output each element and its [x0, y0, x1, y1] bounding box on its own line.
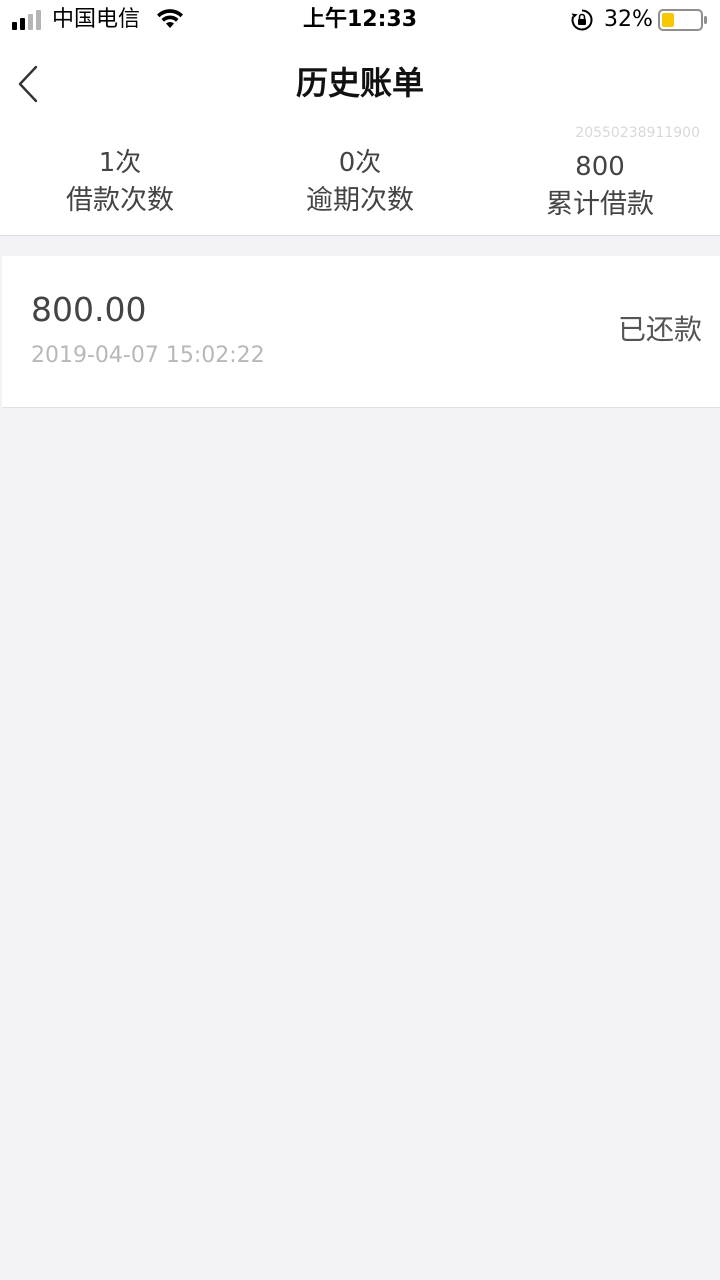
account-id: 20550238911900: [575, 125, 700, 141]
stat-total-borrowed: 800 累计借款: [480, 150, 720, 224]
status-bar: 中国电信 上午12:33 32%: [0, 0, 720, 40]
nav-bar: 历史账单: [0, 40, 720, 126]
page-title: 历史账单: [295, 64, 424, 102]
battery-percent: 32%: [604, 7, 653, 32]
rotation-lock-icon: [571, 9, 593, 31]
stat-label: 累计借款: [546, 189, 654, 220]
stat-loan-count: 1次 借款次数: [0, 146, 240, 220]
stat-label: 逾期次数: [306, 185, 414, 216]
stat-value: 800: [575, 152, 625, 182]
stat-label: 借款次数: [66, 185, 174, 216]
stat-overdue-count: 0次 逾期次数: [240, 146, 480, 220]
battery-icon: [658, 9, 707, 31]
bill-list-item[interactable]: 800.00 2019-04-07 15:02:22 已还款: [2, 256, 720, 408]
stat-value: 0次: [338, 148, 382, 178]
summary-panel: 20550238911900 1次 借款次数 0次 逾期次数 800 累计借款: [0, 126, 720, 236]
bill-amount: 800.00: [31, 290, 147, 329]
stat-value: 1次: [98, 148, 142, 178]
bill-timestamp: 2019-04-07 15:02:22: [31, 343, 265, 368]
bill-status: 已还款: [617, 313, 702, 346]
